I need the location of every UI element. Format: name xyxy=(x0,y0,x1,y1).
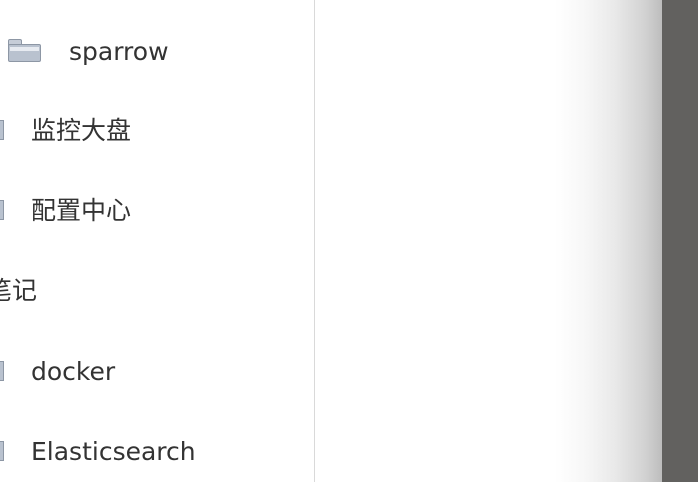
tree-item-monitoring-dashboard[interactable]: 监控大盘 xyxy=(0,110,131,150)
tree-item-sparrow[interactable]: sparrow xyxy=(8,31,169,71)
app-window: sparrow 监控大盘 配置中心 笔记 docker Elasticsearc… xyxy=(0,0,698,482)
tree-item-config-center[interactable]: 配置中心 xyxy=(0,190,131,230)
tree-item-label: Elasticsearch xyxy=(31,436,196,466)
tree-item-label: 监控大盘 xyxy=(31,115,132,145)
tree-item-label: docker xyxy=(31,356,116,386)
folder-icon xyxy=(0,361,4,381)
folder-icon xyxy=(0,200,4,220)
tree-item-docker[interactable]: docker xyxy=(0,351,115,391)
tree-item-label: 配置中心 xyxy=(31,195,132,225)
sidebar-tree: sparrow 监控大盘 配置中心 笔记 docker Elasticsearc… xyxy=(0,0,315,482)
window-edge xyxy=(662,0,698,482)
folder-icon xyxy=(0,120,4,140)
tree-item-label: 笔记 xyxy=(0,275,38,305)
content-area xyxy=(315,0,662,482)
tree-item-notes[interactable]: 笔记 xyxy=(0,270,37,310)
tree-item-label: sparrow xyxy=(69,36,169,66)
folder-icon xyxy=(8,39,43,63)
folder-icon xyxy=(0,441,4,461)
tree-item-elasticsearch[interactable]: Elasticsearch xyxy=(0,431,196,471)
